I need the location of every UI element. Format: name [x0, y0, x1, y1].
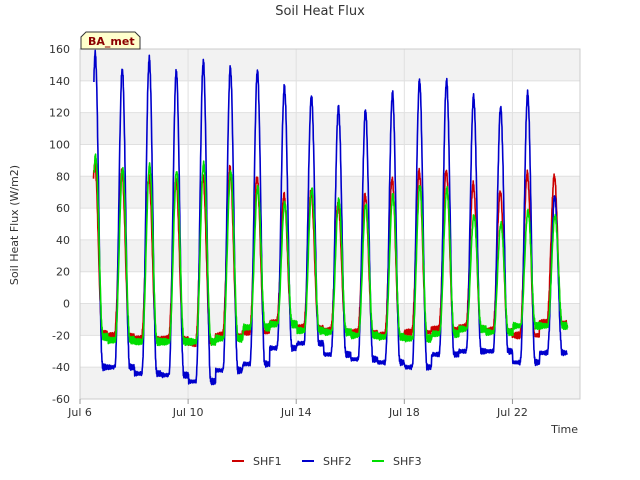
legend-label-shf2: SHF2: [323, 455, 352, 468]
y-tick-label: 160: [49, 43, 70, 56]
y-axis-ticks: -60 -40 -20 0 20 40 60 80 100 120 140 160: [49, 43, 70, 406]
x-axis-label: Time: [550, 423, 578, 436]
x-tick-label: Jul 22: [496, 406, 528, 419]
plot-band: [80, 176, 580, 209]
site-badge-label: BA_met: [88, 35, 135, 48]
site-badge: BA_met: [80, 31, 141, 50]
y-tick-label: -20: [52, 329, 70, 342]
y-tick-label: 140: [49, 75, 70, 88]
plot-band: [80, 49, 580, 81]
y-tick-label: -40: [52, 361, 70, 374]
legend: SHF1 SHF2 SHF3: [232, 455, 422, 468]
x-tick-label: Jul 14: [280, 406, 312, 419]
y-tick-label: 0: [63, 298, 70, 311]
legend-label-shf3: SHF3: [393, 455, 422, 468]
chart-title: Soil Heat Flux: [275, 4, 365, 19]
y-axis-label: Soil Heat Flux (W/m2): [8, 165, 21, 285]
plot-band: [80, 367, 580, 399]
soil-heat-flux-chart: Soil Heat Flux -60 -40 -20 0 20 40 60 80 100 120 1…: [8, 4, 581, 468]
y-tick-label: 120: [49, 107, 70, 120]
y-tick-label: 100: [49, 138, 70, 151]
y-tick-label: 60: [56, 202, 70, 215]
x-axis-ticks: Jul 6 Jul 10 Jul 14 Jul 18 Jul 22: [67, 399, 528, 419]
legend-label-shf1: SHF1: [253, 455, 282, 468]
x-tick-label: Jul 10: [172, 406, 204, 419]
y-tick-label: 40: [56, 234, 70, 247]
plot-band: [80, 112, 580, 145]
y-tick-label: 80: [56, 170, 70, 183]
x-tick-label: Jul 6: [67, 406, 92, 419]
y-tick-label: 20: [56, 266, 70, 279]
x-tick-label: Jul 18: [388, 406, 420, 419]
y-tick-label: -60: [52, 393, 70, 406]
